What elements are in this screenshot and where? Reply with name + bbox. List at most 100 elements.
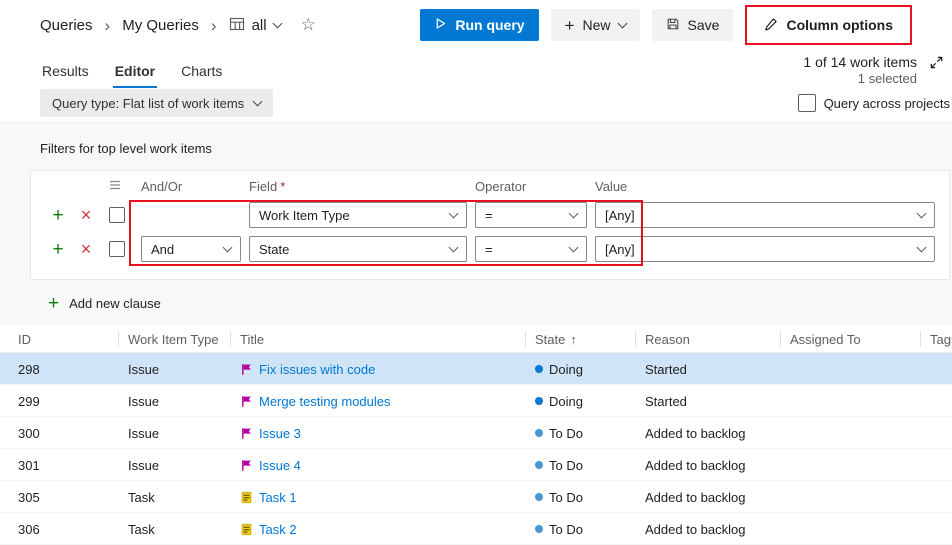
cell-state: To Do xyxy=(525,513,635,545)
add-new-clause-button[interactable]: + Add new clause xyxy=(48,294,161,313)
cell-work-item-type: Issue xyxy=(118,385,230,417)
column-header-operator: Operator xyxy=(475,179,587,194)
column-header-state[interactable]: State ↑ xyxy=(525,325,635,353)
breadcrumb-separator-icon: › xyxy=(105,17,111,34)
run-query-label: Run query xyxy=(455,17,524,33)
query-name: all xyxy=(252,17,267,34)
annotation-column-options: Column options xyxy=(745,5,912,45)
and-or-dropdown[interactable]: And xyxy=(141,236,241,262)
tab-results[interactable]: Results xyxy=(40,55,91,88)
work-item-type-icon xyxy=(240,395,253,408)
state-label: To Do xyxy=(549,458,583,473)
column-header-reason[interactable]: Reason xyxy=(635,325,780,353)
query-across-projects-label: Query across projects xyxy=(824,96,950,111)
work-item-link[interactable]: Issue 3 xyxy=(259,426,301,441)
cell-state: To Do xyxy=(525,449,635,481)
state-dot-icon xyxy=(535,365,543,373)
tab-bar: Results Editor Charts xyxy=(40,50,224,88)
column-header-tags[interactable]: Tags xyxy=(920,325,952,353)
results-body: 298 Issue Fix issues with code Doing Sta… xyxy=(0,353,952,545)
cell-id: 306 xyxy=(0,513,118,545)
chevron-down-icon xyxy=(917,242,927,252)
cell-reason: Started xyxy=(635,385,780,417)
chevron-down-icon xyxy=(917,208,927,218)
cell-title: Task 1 xyxy=(230,481,525,513)
cell-id: 298 xyxy=(0,353,118,385)
new-button[interactable]: + New xyxy=(551,9,640,41)
filters-title: Filters for top level work items xyxy=(40,141,952,156)
value-dropdown[interactable]: [Any] xyxy=(595,236,935,262)
add-new-clause-label: Add new clause xyxy=(69,296,161,311)
table-row[interactable]: 301 Issue Issue 4 To Do Added to backlog xyxy=(0,449,952,481)
table-row[interactable]: 306 Task Task 2 To Do Added to backlog xyxy=(0,513,952,545)
table-row[interactable]: 299 Issue Merge testing modules Doing St… xyxy=(0,385,952,417)
clause-checkbox[interactable] xyxy=(109,207,125,223)
cell-assigned-to xyxy=(780,385,920,417)
cell-assigned-to xyxy=(780,481,920,513)
query-grid-icon xyxy=(229,16,245,35)
tab-editor[interactable]: Editor xyxy=(113,55,157,88)
chevron-down-icon xyxy=(272,18,282,28)
insert-clause-button[interactable]: + xyxy=(49,206,67,225)
cell-title: Issue 3 xyxy=(230,417,525,449)
remove-clause-button[interactable]: × xyxy=(77,240,95,258)
tab-charts[interactable]: Charts xyxy=(179,55,224,88)
work-item-link[interactable]: Task 1 xyxy=(259,490,297,505)
value-dropdown[interactable]: [Any] xyxy=(595,202,935,228)
tabs-row: Results Editor Charts 1 of 14 work items… xyxy=(0,50,952,88)
field-dropdown[interactable]: Work Item Type xyxy=(249,202,467,228)
work-item-link[interactable]: Merge testing modules xyxy=(259,394,391,409)
table-row[interactable]: 300 Issue Issue 3 To Do Added to backlog xyxy=(0,417,952,449)
clause-checkbox[interactable] xyxy=(109,241,125,257)
cell-tags xyxy=(920,353,952,385)
work-item-count: 1 of 14 work items xyxy=(803,54,917,71)
remove-clause-button[interactable]: × xyxy=(77,206,95,224)
operator-dropdown[interactable]: = xyxy=(475,236,587,262)
new-label: New xyxy=(583,17,611,33)
state-dot-icon xyxy=(535,525,543,533)
cell-tags xyxy=(920,481,952,513)
query-name-menu[interactable]: all xyxy=(229,16,281,35)
operator-dropdown[interactable]: = xyxy=(475,202,587,228)
cell-reason: Added to backlog xyxy=(635,481,780,513)
plus-icon: + xyxy=(565,17,575,34)
column-options-button[interactable]: Column options xyxy=(750,9,907,41)
state-label: Doing xyxy=(549,394,583,409)
column-header-work-item-type[interactable]: Work Item Type xyxy=(118,325,230,353)
insert-clause-button[interactable]: + xyxy=(49,240,67,259)
work-item-link[interactable]: Issue 4 xyxy=(259,458,301,473)
column-header-assigned-to[interactable]: Assigned To xyxy=(780,325,920,353)
top-bar: Queries › My Queries › all ☆ Run query xyxy=(0,0,952,50)
cell-work-item-type: Issue xyxy=(118,417,230,449)
state-label: To Do xyxy=(549,426,583,441)
filter-clause-row[interactable]: + × And State = [Any] xyxy=(31,235,949,263)
state-dot-icon xyxy=(535,493,543,501)
work-item-link[interactable]: Task 2 xyxy=(259,522,297,537)
plus-icon: + xyxy=(48,294,59,313)
field-dropdown[interactable]: State xyxy=(249,236,467,262)
breadcrumb-queries[interactable]: Queries xyxy=(40,17,93,34)
expand-icon[interactable] xyxy=(929,55,944,70)
work-item-link[interactable]: Fix issues with code xyxy=(259,362,375,377)
state-dot-icon xyxy=(535,429,543,437)
query-type-dropdown[interactable]: Query type: Flat list of work items xyxy=(40,89,273,117)
table-row[interactable]: 305 Task Task 1 To Do Added to backlog xyxy=(0,481,952,513)
cell-title: Issue 4 xyxy=(230,449,525,481)
column-header-value: Value xyxy=(595,179,935,194)
save-button[interactable]: Save xyxy=(652,9,734,41)
cell-tags xyxy=(920,417,952,449)
run-query-button[interactable]: Run query xyxy=(420,9,538,41)
results-header: ID Work Item Type Title State ↑ Reason A… xyxy=(0,325,952,353)
column-header-id[interactable]: ID xyxy=(0,325,118,353)
cell-state: To Do xyxy=(525,481,635,513)
field-header-label: Field xyxy=(249,179,277,194)
field-value: Work Item Type xyxy=(259,208,350,223)
filter-clause-row[interactable]: + × Work Item Type = [Any] xyxy=(31,201,949,229)
cell-title: Merge testing modules xyxy=(230,385,525,417)
table-row[interactable]: 298 Issue Fix issues with code Doing Sta… xyxy=(0,353,952,385)
field-value: State xyxy=(259,242,289,257)
query-across-projects-checkbox[interactable]: Query across projects xyxy=(798,94,950,112)
favorite-star-icon[interactable]: ☆ xyxy=(301,15,316,35)
column-header-title[interactable]: Title xyxy=(230,325,525,353)
breadcrumb-my-queries[interactable]: My Queries xyxy=(122,17,199,34)
